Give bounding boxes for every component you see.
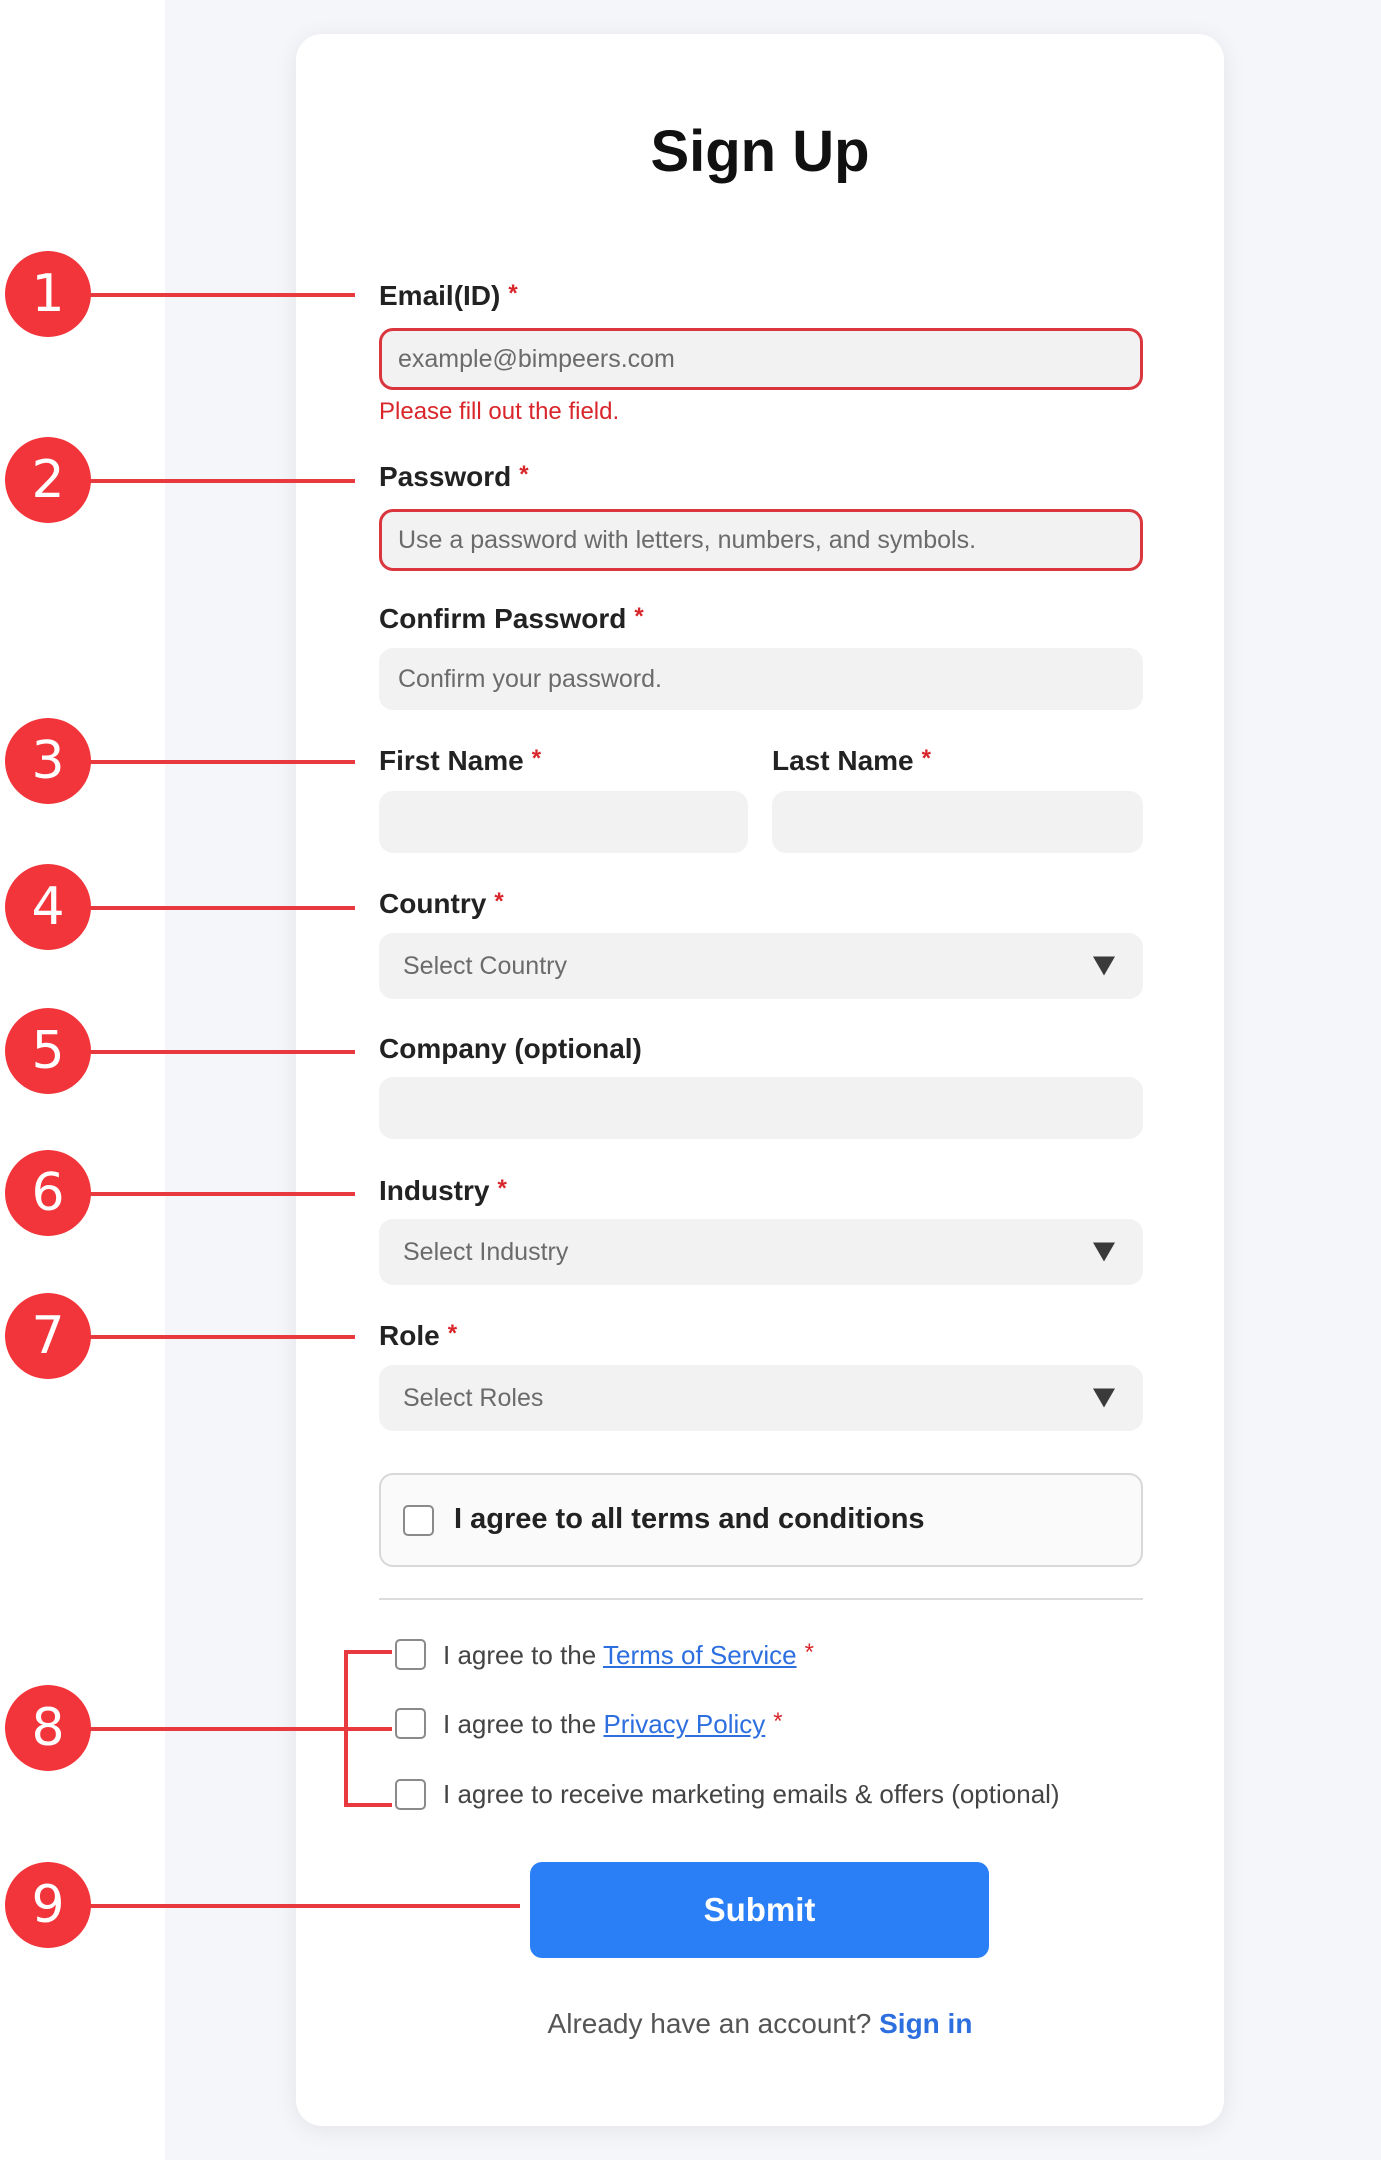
page-title: Sign Up — [650, 119, 870, 184]
annotation-marker-1: 1 — [5, 251, 91, 337]
role-label: Role * — [379, 1320, 458, 1351]
marketing-label: I agree to receive marketing emails & of… — [443, 1779, 1060, 1809]
annotation-line-5 — [80, 1050, 355, 1054]
annotation-marker-9: 9 — [5, 1862, 91, 1948]
terms-checkbox[interactable] — [395, 1639, 426, 1670]
annotation-line-9 — [80, 1904, 520, 1908]
annotation-bracket-bottom-8 — [344, 1803, 392, 1807]
terms-of-service-link[interactable]: Terms of Service — [603, 1640, 797, 1670]
confirm-password-label: Confirm Password * — [379, 603, 644, 634]
annotation-bracket-top-8 — [344, 1650, 392, 1654]
required-mark: * — [519, 461, 529, 488]
annotation-marker-5: 5 — [5, 1008, 91, 1094]
required-mark: * — [531, 745, 542, 772]
annotation-marker-8: 8 — [5, 1685, 91, 1771]
annotation-marker-4: 4 — [5, 864, 91, 950]
privacy-checkbox[interactable] — [395, 1708, 426, 1739]
annotation-line-2 — [80, 479, 355, 483]
industry-select[interactable]: Select Industry — [379, 1219, 1143, 1285]
country-label: Country * — [379, 888, 504, 919]
industry-label: Industry * — [379, 1175, 507, 1206]
annotation-marker-6: 6 — [5, 1150, 91, 1236]
confirm-password-input[interactable]: Confirm your password. — [379, 648, 1143, 710]
role-select[interactable]: Select Roles — [379, 1365, 1143, 1431]
annotation-marker-2: 2 — [5, 437, 91, 523]
dropdown-arrow-icon — [1093, 1388, 1115, 1408]
first-name-label: First Name * — [379, 745, 542, 776]
country-select[interactable]: Select Country — [379, 933, 1143, 999]
annotation-line-6 — [80, 1192, 355, 1196]
required-mark: * — [634, 603, 644, 630]
annotation-marker-7: 7 — [5, 1293, 91, 1379]
submit-button[interactable]: Submit — [530, 1862, 989, 1958]
first-name-input[interactable] — [379, 791, 748, 853]
privacy-label: I agree to the Privacy Policy * — [443, 1708, 783, 1739]
password-label: Password * — [379, 461, 529, 492]
divider — [379, 1598, 1143, 1600]
required-mark: * — [508, 280, 518, 307]
marketing-checkbox[interactable] — [395, 1779, 426, 1810]
dropdown-arrow-icon — [1093, 956, 1115, 976]
signin-row: Already have an account? Sign in — [547, 2008, 973, 2039]
email-label: Email(ID) * — [379, 280, 518, 311]
required-mark: * — [497, 1175, 507, 1202]
required-mark: * — [494, 888, 504, 915]
company-input[interactable] — [379, 1077, 1143, 1139]
annotation-line-1 — [80, 293, 355, 297]
company-label: Company (optional) — [379, 1033, 642, 1064]
annotation-marker-3: 3 — [5, 718, 91, 804]
sign-in-link[interactable]: Sign in — [879, 2008, 972, 2039]
email-input[interactable]: example@bimpeers.com — [379, 328, 1143, 390]
password-input[interactable]: Use a password with letters, numbers, an… — [379, 509, 1143, 571]
email-error-message: Please fill out the field. — [379, 398, 620, 425]
privacy-policy-link[interactable]: Privacy Policy — [603, 1709, 765, 1739]
annotation-line-4 — [80, 906, 355, 910]
last-name-input[interactable] — [772, 791, 1143, 853]
last-name-label: Last Name * — [772, 745, 931, 776]
annotation-line-7 — [80, 1335, 355, 1339]
dropdown-arrow-icon — [1093, 1242, 1115, 1262]
required-mark: * — [804, 1639, 814, 1666]
agree-all-label: I agree to all terms and conditions — [454, 1503, 925, 1535]
agree-all-checkbox[interactable] — [403, 1505, 434, 1536]
annotation-bracket-8 — [344, 1650, 348, 1807]
annotation-line-3 — [80, 760, 355, 764]
terms-label: I agree to the Terms of Service * — [443, 1639, 814, 1670]
required-mark: * — [447, 1320, 458, 1347]
required-mark: * — [773, 1708, 783, 1735]
required-mark: * — [921, 745, 931, 772]
